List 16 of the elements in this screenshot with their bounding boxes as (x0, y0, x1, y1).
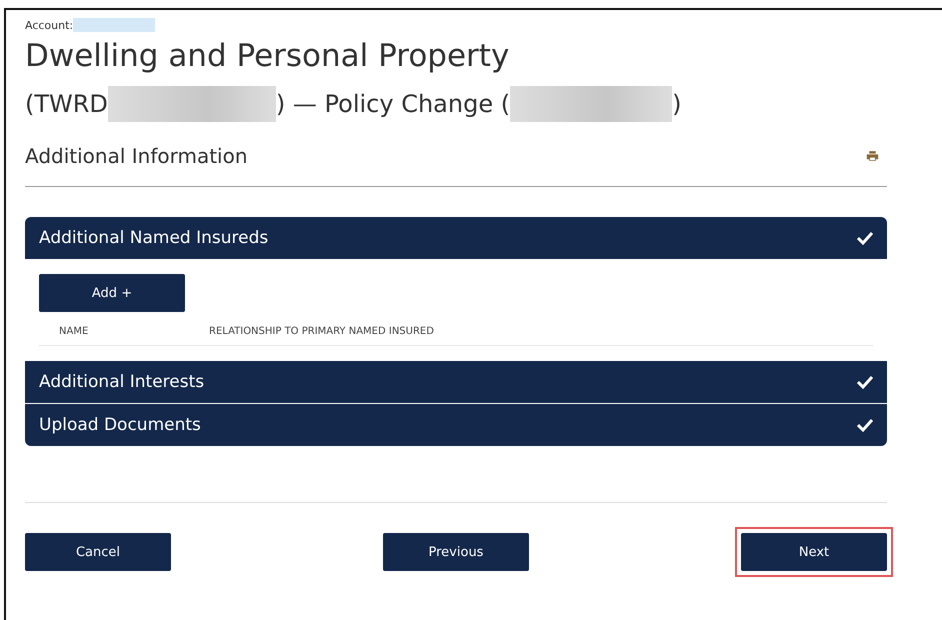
column-header: NAME (58, 326, 90, 337)
accordion-header[interactable]: Additional Interests (25, 360, 887, 403)
subtitle-text: ) — Policy Change ( (276, 90, 510, 118)
subtitle-text: ) (672, 90, 682, 118)
page-title: Dwelling and Personal Property (25, 37, 510, 76)
section-heading: Additional Information (25, 144, 248, 168)
account-label: Account: (25, 18, 74, 32)
accordion-header[interactable]: Upload Documents (25, 403, 887, 446)
print-icon[interactable] (866, 150, 879, 162)
add-button[interactable]: Add + (39, 274, 185, 312)
cancel-button[interactable]: Cancel (25, 533, 171, 571)
column-header: RELATIONSHIP TO PRIMARY NAMED INSURED (209, 326, 434, 337)
previous-button[interactable]: Previous (383, 533, 529, 571)
next-button[interactable]: Next (741, 533, 887, 571)
accordion-header[interactable]: Additional Named Insureds (25, 217, 887, 259)
subtitle-text: (TWRD (25, 90, 108, 118)
